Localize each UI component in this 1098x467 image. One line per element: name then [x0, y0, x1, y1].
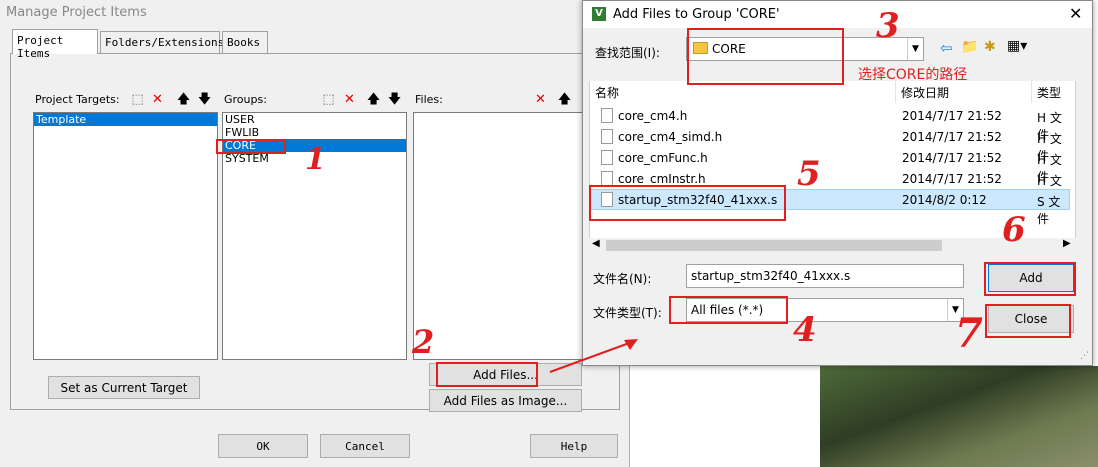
- file-name: core_cmFunc.h: [618, 151, 708, 165]
- new-icon[interactable]: ⬚: [129, 91, 146, 108]
- desktop-background: [820, 366, 1098, 467]
- file-name: core_cmInstr.h: [618, 172, 706, 186]
- file-date: 2014/7/17 21:52: [902, 151, 1002, 165]
- filetype-label: 文件类型(T):: [593, 306, 662, 320]
- file-date: 2014/7/17 21:52: [902, 172, 1002, 186]
- scroll-right-icon[interactable]: ▶: [1063, 238, 1071, 249]
- annotation-box-add-button: [984, 262, 1076, 296]
- annotation-arrow-icon: [549, 339, 638, 373]
- file-icon: [601, 129, 613, 144]
- annotation-step-4: 4: [793, 310, 817, 350]
- manage-project-items-dialog: Manage Project Items Project Items Folde…: [0, 0, 630, 467]
- file-date: 2014/8/2 0:12: [902, 193, 987, 207]
- filename-label: 文件名(N):: [593, 272, 652, 286]
- resize-grip-icon[interactable]: ⋰: [1080, 351, 1089, 361]
- new-icon[interactable]: ⬚: [320, 91, 337, 108]
- column-header-type[interactable]: 类型: [1032, 81, 1075, 103]
- ok-button[interactable]: OK: [218, 434, 308, 458]
- annotation-box-filetype: [669, 296, 788, 324]
- column-header-date[interactable]: 修改日期: [896, 81, 1032, 103]
- targets-list[interactable]: Template: [33, 112, 218, 360]
- delete-icon[interactable]: ✕: [149, 91, 166, 108]
- annotation-path-note: 选择CORE的路径: [858, 67, 968, 83]
- file-icon: [601, 108, 613, 123]
- add-files-as-image-button[interactable]: Add Files as Image...: [429, 389, 582, 412]
- file-date: 2014/7/17 21:52: [902, 109, 1002, 123]
- move-up-icon[interactable]: 🡅: [175, 91, 192, 108]
- delete-icon[interactable]: ✕: [341, 91, 358, 108]
- annotation-box-startup-file: [589, 185, 786, 221]
- annotation-box-add-files: [436, 362, 538, 387]
- look-in-label: 查找范围(I):: [595, 46, 660, 60]
- table-row[interactable]: core_cmFunc.h 2014/7/17 21:52 H 文件: [589, 147, 1070, 184]
- back-icon[interactable]: ⇦: [940, 39, 953, 57]
- annotation-step-7: 7: [955, 310, 983, 357]
- dialog-title: Manage Project Items: [6, 5, 147, 20]
- close-icon[interactable]: ✕: [1069, 4, 1082, 23]
- annotation-step-1: 1: [305, 142, 326, 177]
- cancel-button[interactable]: Cancel: [320, 434, 410, 458]
- tab-books[interactable]: Books: [222, 31, 268, 53]
- file-name: core_cm4_simd.h: [618, 130, 723, 144]
- delete-icon[interactable]: ✕: [532, 91, 549, 108]
- view-menu-icon[interactable]: ▦▾: [1007, 38, 1027, 54]
- move-up-icon[interactable]: 🡅: [556, 91, 573, 108]
- move-down-icon[interactable]: 🡇: [386, 91, 403, 108]
- groups-label: Groups:: [224, 93, 267, 106]
- table-row[interactable]: core_cm4_simd.h 2014/7/17 21:52 H 文件: [589, 126, 1070, 163]
- up-folder-icon[interactable]: 📁: [961, 39, 978, 55]
- annotation-box-close-button: [985, 304, 1071, 338]
- move-up-icon[interactable]: 🡅: [365, 91, 382, 108]
- tab-folders-extensions[interactable]: Folders/Extensions: [100, 31, 224, 53]
- title-bar: V Add Files to Group 'CORE' ✕: [583, 1, 1092, 28]
- scroll-left-icon[interactable]: ◀: [592, 238, 600, 249]
- new-folder-icon[interactable]: ✱: [984, 39, 996, 55]
- annotation-step-5: 5: [797, 154, 821, 194]
- annotation-step-2: 2: [412, 323, 435, 361]
- chevron-down-icon[interactable]: ▼: [907, 38, 923, 60]
- set-current-target-button[interactable]: Set as Current Target: [48, 376, 200, 399]
- table-row[interactable]: core_cm4.h 2014/7/17 21:52 H 文件: [589, 105, 1070, 142]
- targets-header: Project Targets: ⬚ ✕ 🡅 🡇: [33, 89, 218, 111]
- annotation-box-core-group: [216, 139, 286, 154]
- help-button[interactable]: Help: [530, 434, 618, 458]
- list-item[interactable]: USER: [223, 113, 406, 126]
- tab-project-items[interactable]: Project Items: [12, 29, 98, 60]
- file-type: S 文件: [1037, 195, 1061, 226]
- list-item[interactable]: FWLIB: [223, 126, 406, 139]
- dialog-title: Add Files to Group 'CORE': [613, 7, 780, 22]
- targets-label: Project Targets:: [35, 93, 120, 106]
- file-name: core_cm4.h: [618, 109, 688, 123]
- annotation-box-look-in: [687, 28, 844, 85]
- scroll-thumb[interactable]: [606, 240, 942, 251]
- list-item[interactable]: Template: [34, 113, 217, 126]
- move-down-icon[interactable]: 🡇: [196, 91, 213, 108]
- file-icon: [601, 171, 613, 186]
- annotation-step-6: 6: [1002, 210, 1026, 250]
- files-label: Files:: [415, 93, 443, 106]
- groups-header: Groups: ⬚ ✕ 🡅 🡇: [222, 89, 407, 111]
- annotation-step-3: 3: [876, 6, 900, 46]
- filename-input[interactable]: startup_stm32f40_41xxx.s: [686, 264, 964, 288]
- file-icon: [601, 150, 613, 165]
- keil-logo-icon: V: [592, 7, 606, 21]
- file-date: 2014/7/17 21:52: [902, 130, 1002, 144]
